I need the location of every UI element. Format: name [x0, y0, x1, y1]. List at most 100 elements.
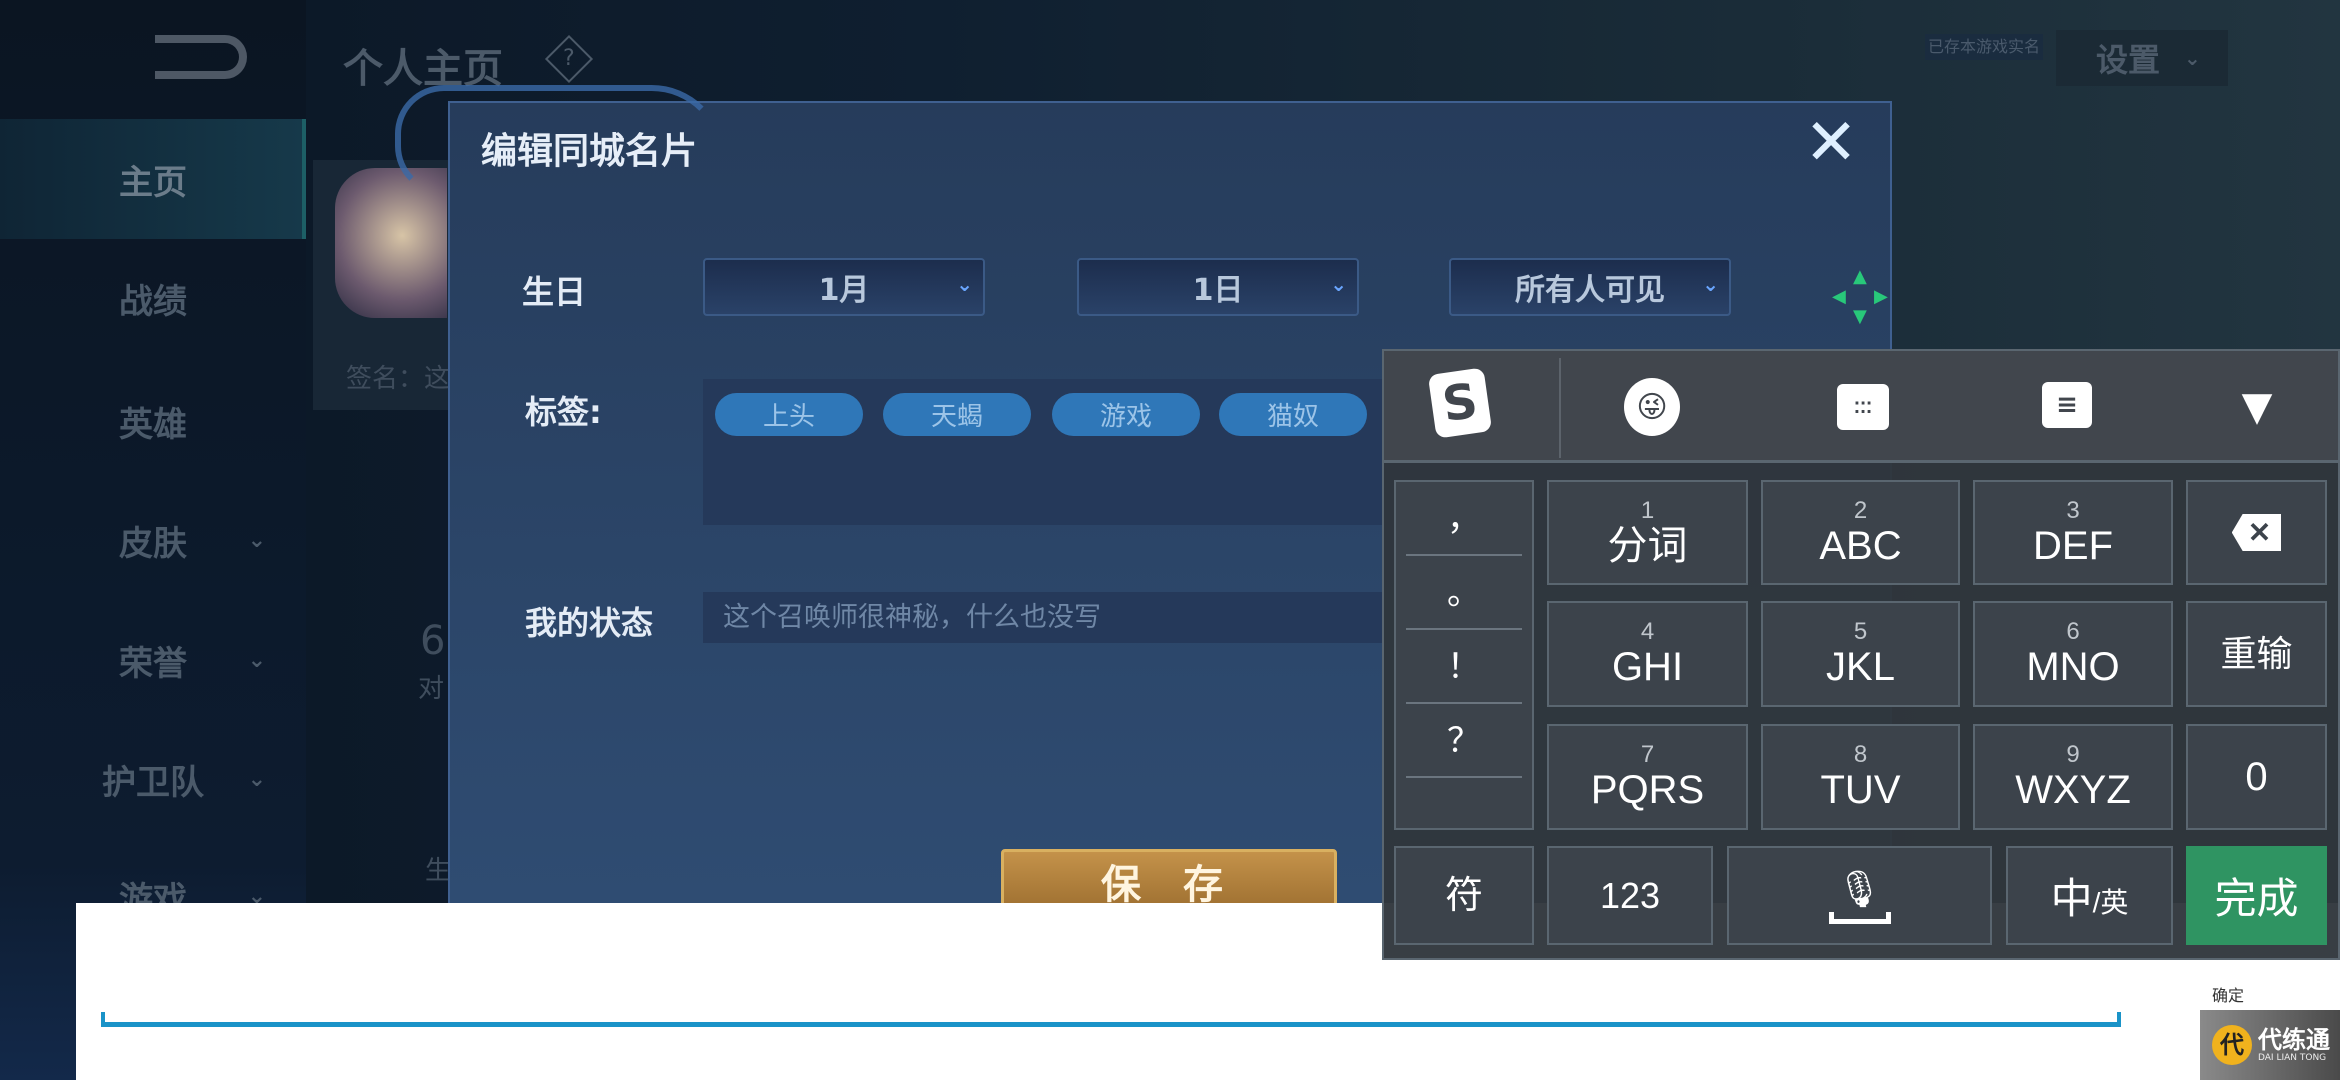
symbol-key[interactable]: 符 [1394, 846, 1534, 945]
key-label: 123 [1599, 874, 1661, 916]
reinput-key[interactable]: 重输 [2186, 601, 2327, 707]
stat-label: 对 [418, 674, 445, 704]
key-5[interactable]: 5 JKL [1761, 601, 1960, 707]
underline-right-tick [2117, 1012, 2121, 1026]
dailiantong-logo: 代 代练通 DAI LIAN TONG [2200, 1010, 2340, 1080]
sidebar-item-label: 主页 [119, 162, 187, 203]
key-number: 2 [1853, 496, 1868, 524]
collapse-triangle-icon[interactable]: ▼ [2222, 372, 2292, 442]
lang-sub: /英 [2092, 886, 2129, 918]
key-7[interactable]: 7 PQRS [1547, 724, 1748, 830]
day-select[interactable]: 1日 ⌄ [1077, 258, 1359, 316]
day-value: 1日 [1192, 273, 1244, 308]
key-number: 8 [1853, 741, 1868, 768]
sidebar-item-skins[interactable]: 皮肤 ⌄ [0, 510, 306, 570]
message-icon[interactable]: ≡ [2042, 382, 2092, 428]
voice-space-key[interactable]: 🎙 [1727, 846, 1992, 945]
key-number: 9 [2066, 741, 2080, 768]
microphone-icon: 🎙 [1836, 867, 1883, 909]
key-label: TUV [1820, 768, 1901, 812]
key-0[interactable]: 0 [2186, 724, 2327, 830]
chevron-down-icon: ⌄ [1330, 272, 1347, 296]
tag-chip[interactable]: 天蝎 [883, 393, 1031, 436]
confirm-button[interactable]: 确定 [2212, 982, 2244, 1006]
key-label: DEF [2033, 523, 2113, 568]
key-label: 完成 [2214, 875, 2299, 922]
status-input[interactable]: 这个召唤师很神秘，什么也没写 [703, 592, 1383, 643]
settings-label: 设置 [2096, 41, 2161, 79]
punctuation-column[interactable]: ， 。 ！ ？ [1394, 480, 1534, 830]
sidebar-item-guard[interactable]: 护卫队 ⌄ [0, 749, 306, 809]
toolbar-divider [1559, 358, 1561, 458]
done-key[interactable]: 完成 [2186, 846, 2327, 945]
visibility-select[interactable]: 所有人可见 ⌄ [1449, 258, 1731, 316]
sidebar-item-record[interactable]: 战绩 [0, 268, 306, 328]
key-2[interactable]: 2 ABC [1761, 480, 1960, 585]
key-9[interactable]: 9 WXYZ [1973, 724, 2173, 830]
space-bar-icon [1828, 911, 1891, 924]
chevron-down-icon: ⌄ [2184, 46, 2201, 70]
status-label: 我的状态 [525, 604, 654, 642]
number-mode-key[interactable]: 123 [1547, 846, 1713, 945]
sidebar-item-heroes[interactable]: 英雄 [0, 391, 306, 451]
key-8[interactable]: 8 TUV [1761, 724, 1960, 830]
key-4[interactable]: 4 GHI [1547, 601, 1748, 707]
close-icon[interactable]: ✕ [1800, 111, 1862, 175]
settings-dropdown[interactable]: 设置 ⌄ [2056, 30, 2228, 86]
key-label: 分词 [1607, 523, 1688, 568]
chevron-down-icon: ⌄ [247, 527, 266, 553]
sogou-logo-icon[interactable]: S [1427, 367, 1493, 439]
move-arrows-icon[interactable]: ▲ ▼ ◀ ▶ [1832, 266, 1888, 327]
chevron-down-icon: ⌄ [247, 766, 266, 792]
chevron-down-icon: ⌄ [1702, 272, 1719, 296]
sidebar-item-label: 英雄 [119, 404, 187, 445]
key-number: 5 [1853, 618, 1868, 645]
stat-number: 6 [420, 618, 446, 664]
key-number: 1 [1640, 496, 1655, 524]
back-arrow-icon[interactable] [155, 35, 247, 79]
key-label: GHI [1611, 645, 1684, 689]
signature-text: 签名：这 [346, 364, 451, 394]
dialog-title: 编辑同城名片 [481, 131, 698, 172]
punct-question[interactable]: ？ [1406, 704, 1522, 778]
key-label: JKL [1826, 645, 1895, 689]
emoji-icon[interactable]: 😜 [1624, 378, 1680, 436]
sidebar-item-label: 战绩 [119, 281, 187, 322]
sidebar-item-label: 荣誉 [119, 643, 187, 684]
key-1[interactable]: 1 分词 [1547, 480, 1748, 585]
key-number: 6 [2066, 618, 2080, 645]
backspace-icon: ✕ [2231, 514, 2282, 551]
month-select[interactable]: 1月 ⌄ [703, 258, 985, 316]
key-label: MNO [2026, 645, 2120, 689]
punct-comma[interactable]: ， [1406, 482, 1522, 556]
tag-chip[interactable]: 猫奴 [1219, 393, 1367, 436]
logo-text: 代练通 [2258, 1026, 2330, 1054]
keyboard-switch-icon[interactable]: ⁚⁚⁚ [1837, 384, 1889, 430]
key-label: PQRS [1590, 768, 1705, 812]
key-3[interactable]: 3 DEF [1973, 480, 2173, 585]
language-toggle-key[interactable]: 中/英 [2006, 846, 2173, 945]
key-number: 7 [1640, 741, 1655, 768]
tags-label: 标签: [525, 393, 602, 431]
logo-mark-icon: 代 [2212, 1025, 2252, 1065]
month-value: 1月 [818, 273, 870, 308]
sidebar-item-honor[interactable]: 荣誉 ⌄ [0, 630, 306, 690]
punct-period[interactable]: 。 [1406, 556, 1522, 630]
key-number: 4 [1640, 618, 1655, 645]
tag-chip[interactable]: 上头 [715, 393, 863, 436]
key-number: 3 [2066, 496, 2080, 524]
chevron-down-icon: ⌄ [956, 272, 973, 296]
tag-chip[interactable]: 游戏 [1052, 393, 1200, 436]
sidebar-item-label: 护卫队 [102, 762, 204, 803]
key-label: 0 [2245, 755, 2268, 799]
sidebar-item-home[interactable]: 主页 [0, 149, 306, 209]
key-label: 重输 [2220, 633, 2293, 674]
lang-main: 中 [2050, 875, 2093, 922]
backspace-key[interactable]: ✕ [2186, 480, 2327, 585]
text-input-underline[interactable] [101, 1022, 2121, 1027]
logo-subtext: DAI LIAN TONG [2258, 1053, 2327, 1063]
punct-exclaim[interactable]: ！ [1406, 630, 1522, 704]
key-6[interactable]: 6 MNO [1973, 601, 2173, 707]
sidebar-item-label: 皮肤 [119, 523, 187, 564]
chevron-down-icon: ⌄ [247, 647, 266, 673]
